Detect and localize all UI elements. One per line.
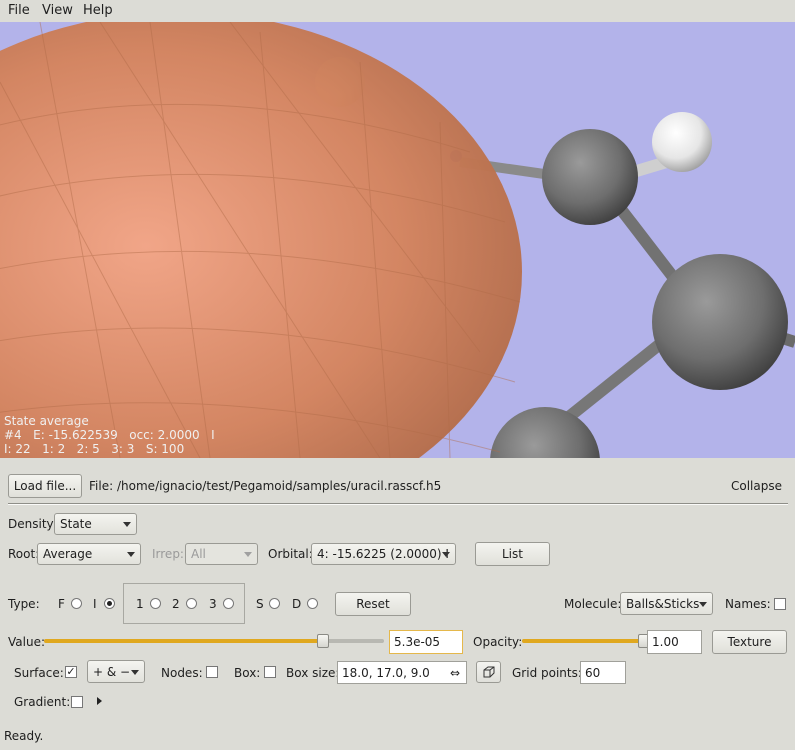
names-checkbox[interactable]	[774, 598, 786, 610]
overlay-counts: I: 22 1: 2 2: 5 3: 3 S: 100	[4, 442, 185, 456]
status-bar: Ready.	[4, 729, 44, 743]
root-value: Average	[43, 547, 93, 561]
surface-mode-select[interactable]: + & −	[87, 660, 145, 683]
overlay-energy: #4 E: -15.622539 occ: 2.0000 I	[4, 428, 215, 442]
box-size-label: Box size:	[286, 666, 340, 680]
orbital-surface	[0, 22, 522, 458]
chevron-down-icon	[127, 552, 135, 557]
density-value: State	[60, 517, 92, 531]
value-field[interactable]: 5.3e-05	[389, 630, 463, 654]
file-label: File:	[89, 479, 114, 493]
type-s-radio[interactable]	[269, 598, 280, 609]
list-button[interactable]: List	[475, 542, 550, 566]
box-size-field[interactable]: 18.0, 17.0, 9.0 ⇔	[337, 661, 467, 684]
opacity-slider-fill	[522, 639, 644, 643]
menu-help[interactable]: Help	[83, 3, 113, 18]
opacity-slider[interactable]	[522, 639, 644, 643]
gradient-checkbox[interactable]	[71, 696, 83, 708]
molecule-select[interactable]: Balls&Sticks	[620, 592, 713, 615]
surface-label: Surface:	[14, 666, 64, 680]
box-label: Box:	[234, 666, 261, 680]
density-select[interactable]: State	[54, 513, 137, 535]
load-file-button[interactable]: Load file...	[8, 474, 82, 498]
density-label: Density:	[8, 517, 57, 531]
box-size-value: 18.0, 17.0, 9.0	[342, 665, 430, 680]
type-3-radio[interactable]	[223, 598, 234, 609]
box-fit-button[interactable]	[476, 661, 501, 683]
overlay-title: State average	[4, 414, 89, 428]
molecule-value: Balls&Sticks	[626, 596, 700, 611]
grid-points-label: Grid points:	[512, 666, 582, 680]
menu-view[interactable]: View	[42, 3, 73, 18]
type-2-radio[interactable]	[186, 598, 197, 609]
type-1-radio[interactable]	[150, 598, 161, 609]
type-d-label: D	[292, 597, 302, 611]
type-3-label: 3	[209, 597, 217, 611]
menu-file[interactable]: File	[8, 3, 30, 18]
chevron-down-icon	[442, 552, 450, 557]
value-label: Value:	[8, 635, 45, 649]
surface-mode-value: + & −	[93, 664, 131, 679]
chevron-down-icon	[244, 552, 252, 557]
type-f-radio[interactable]	[71, 598, 82, 609]
type-2-label: 2	[172, 597, 180, 611]
nodes-checkbox[interactable]	[206, 666, 218, 678]
opacity-field[interactable]: 1.00	[647, 630, 702, 654]
type-d-radio[interactable]	[307, 598, 318, 609]
molecule-viewport[interactable]: State average #4 E: -15.622539 occ: 2.00…	[0, 22, 795, 458]
orbital-value: 4: -15.6225 (2.0000) I	[317, 547, 449, 561]
molecule-label: Molecule:	[564, 597, 622, 611]
type-f-label: F	[58, 597, 65, 611]
reset-button[interactable]: Reset	[335, 592, 411, 616]
type-i-radio[interactable]	[104, 598, 115, 609]
chevron-down-icon	[123, 522, 131, 527]
type-1-label: 1	[136, 597, 144, 611]
grid-points-field[interactable]: 60	[580, 661, 626, 684]
resize-arrow-icon[interactable]: ⇔	[450, 666, 460, 680]
value-slider-fill	[44, 639, 323, 643]
orbital-label: Orbital:	[268, 547, 313, 561]
surface-checkbox[interactable]: ✓	[65, 666, 77, 678]
expand-arrow-icon[interactable]	[97, 697, 102, 705]
irrep-select: All	[185, 543, 258, 565]
names-label: Names:	[725, 597, 771, 611]
irrep-label: Irrep:	[152, 547, 184, 561]
gradient-label: Gradient:	[14, 695, 71, 709]
box-icon	[483, 666, 494, 678]
file-path: /home/ignacio/test/Pegamoid/samples/urac…	[117, 479, 442, 493]
irrep-value: All	[191, 547, 206, 561]
type-s-label: S	[256, 597, 264, 611]
texture-button[interactable]: Texture	[712, 630, 787, 654]
value-slider[interactable]	[44, 639, 384, 643]
type-i-label: I	[93, 597, 97, 611]
root-label: Root:	[8, 547, 40, 561]
collapse-toggle[interactable]: Collapse	[731, 479, 782, 493]
chevron-down-icon	[699, 601, 707, 607]
nodes-label: Nodes:	[161, 666, 203, 680]
molecule-render	[0, 22, 795, 458]
type-label: Type:	[8, 597, 40, 611]
value-slider-handle[interactable]	[317, 634, 329, 648]
chevron-down-icon	[131, 669, 139, 675]
separator	[8, 503, 788, 505]
orbital-select[interactable]: 4: -15.6225 (2.0000) I	[311, 543, 456, 565]
box-checkbox[interactable]	[264, 666, 276, 678]
menu-bar: File View Help	[0, 0, 795, 22]
root-select[interactable]: Average	[37, 543, 141, 565]
opacity-label: Opacity:	[473, 635, 523, 649]
